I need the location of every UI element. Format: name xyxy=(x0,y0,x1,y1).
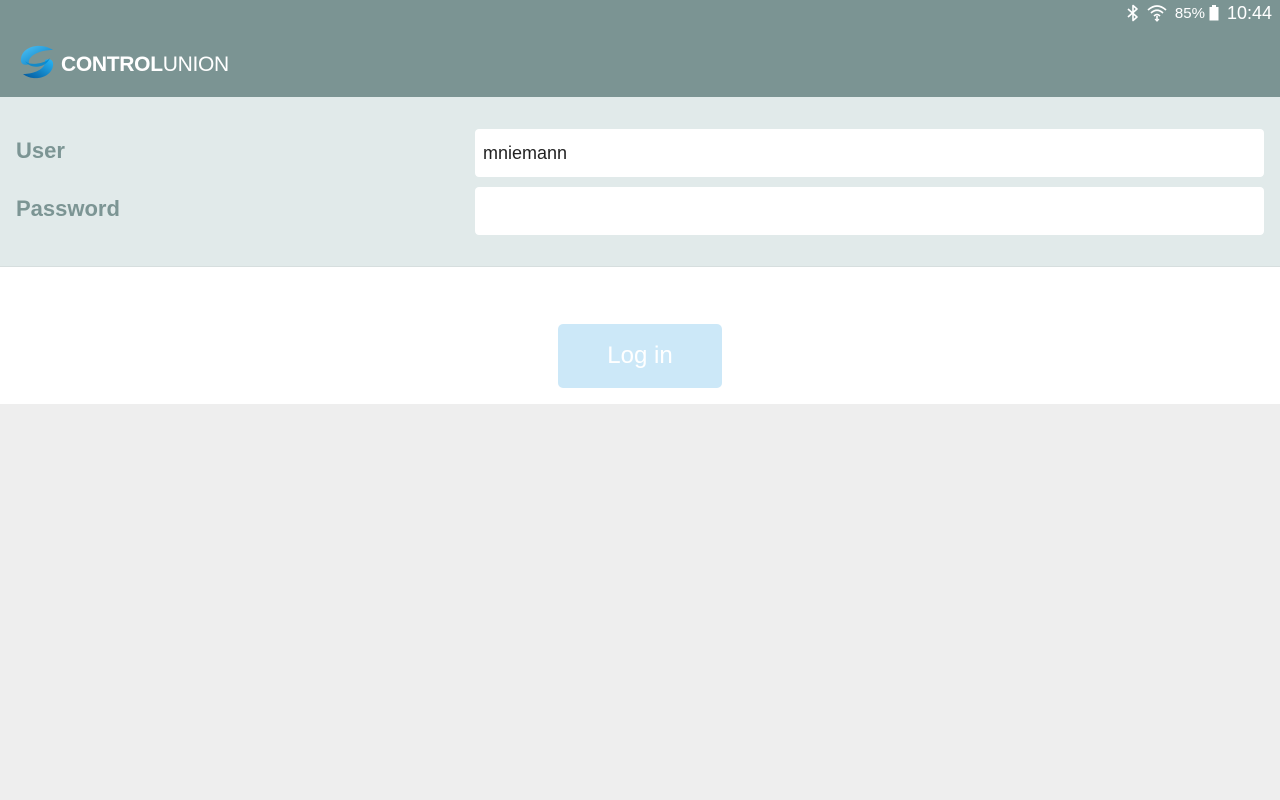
logo-wordmark: CONTROLUNION xyxy=(61,54,229,75)
login-form: User Password xyxy=(0,97,1280,267)
app-header: 85% 10:44 CONTROLUNION xyxy=(0,0,1280,97)
logo-wordmark-light: UNION xyxy=(162,53,229,76)
password-label: Password xyxy=(16,196,120,221)
user-label: User xyxy=(16,138,65,163)
battery-icon xyxy=(1209,5,1219,21)
bluetooth-icon xyxy=(1127,4,1139,22)
wifi-icon xyxy=(1147,4,1167,22)
password-input[interactable] xyxy=(475,187,1264,235)
control-union-logo: CONTROLUNION xyxy=(19,44,229,85)
logo-wordmark-bold: CONTROL xyxy=(61,53,163,76)
status-bar: 85% 10:44 xyxy=(1127,0,1272,26)
button-area: Log in xyxy=(0,267,1280,404)
user-input[interactable] xyxy=(475,129,1264,177)
logo-mark-icon xyxy=(19,44,55,85)
status-clock: 10:44 xyxy=(1226,2,1272,23)
battery-percentage: 85% xyxy=(1174,4,1205,22)
empty-content-area xyxy=(0,404,1280,800)
login-button[interactable]: Log in xyxy=(558,324,722,388)
app: 85% 10:44 CONTROLUNION User mniemann Pas… xyxy=(0,0,1280,800)
